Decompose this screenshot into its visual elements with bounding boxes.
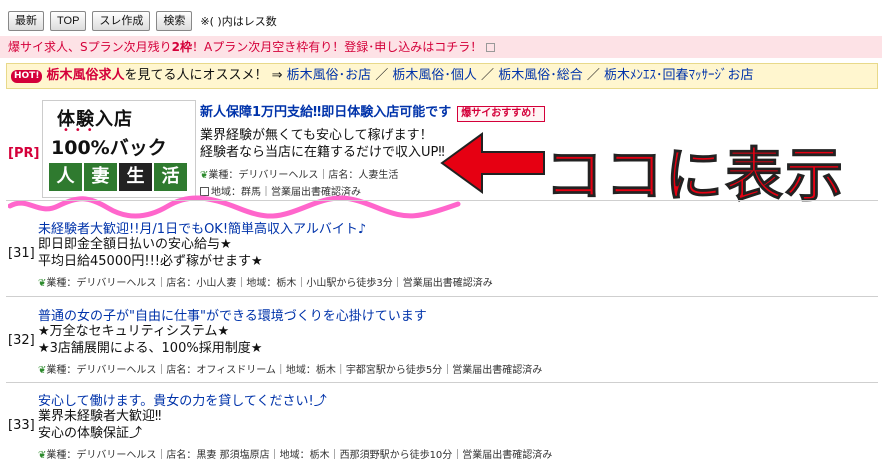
create-thread-button[interactable]: スレ作成 xyxy=(92,11,151,31)
post-title-33[interactable]: 安心して働けます。貴女の力を貸してください!⤴ xyxy=(38,390,327,409)
promo-text-1: 爆サイ求人、Sプラン次月残り xyxy=(8,40,172,54)
recommend-bar: HOT! 栃木風俗求人を見てる人にオススメ！ ⇒ 栃木風俗･お店 ／ 栃木風俗･個… xyxy=(6,63,878,89)
reply-count-note: ※( )内はレス数 xyxy=(200,15,277,28)
post-body-2: ★3店舗展開による、100%採用制度★ xyxy=(38,341,263,356)
pr-ad-banner[interactable]: 体験入店 ••• 100%バック 人 妻 生 活 xyxy=(42,100,196,198)
recruit-promo-link[interactable]: 爆サイ求人、Sプラン次月残り2枠！Aプラン次月空き枠有り！登録･申し込みはコチラ… xyxy=(0,36,882,58)
post-meta: ❦業種：デリバリーヘルス｜店名：小山人妻｜地域：栃木｜小山駅から徒歩3分｜営業届… xyxy=(38,274,493,289)
post-body-2: 平均日給45000円!!!必ず稼がせます★ xyxy=(38,254,263,269)
post-number: [31] xyxy=(8,246,35,261)
post-number: [32] xyxy=(8,333,35,348)
pr-title: 新人保障1万円支給‼即日体験入店可能です xyxy=(200,105,452,120)
recommend-mid: を見てる人にオススメ！ ⇒ xyxy=(124,68,287,83)
post-title-31[interactable]: 未経験者大歓迎!!月/1日でもOK!簡単高収入アルバイト♪ xyxy=(38,218,366,237)
ad-line2: 100%バック xyxy=(51,137,167,159)
pr-body-2: 経験者なら当店に在籍するだけで収入UP‼ xyxy=(200,145,445,160)
post-body-1: 業界未経験者大歓迎‼ xyxy=(38,409,162,424)
post-meta: ❦業種：デリバリーヘルス｜店名：黒妻 那須塩原店｜地域：栃木｜西那須野駅から徒歩… xyxy=(38,446,552,461)
post-title-32[interactable]: 普通の女の子が"自由に仕事"ができる環境づくりを心掛けています xyxy=(38,305,427,324)
post-meta: ❦業種：デリバリーヘルス｜店名：オフィスドリーム｜地域：栃木｜宇都宮駅から徒歩5… xyxy=(38,361,542,376)
post-meta-text: 業種：デリバリーヘルス｜店名：小山人妻｜地域：栃木｜小山駅から徒歩3分｜営業届出… xyxy=(46,278,493,289)
divider xyxy=(6,296,878,297)
top-button[interactable]: TOP xyxy=(50,11,87,31)
pr-title-link[interactable]: 新人保障1万円支給‼即日体験入店可能です 爆サイおすすめ！ xyxy=(200,101,546,122)
ad-tile: 活 xyxy=(154,163,187,191)
pr-label: [PR] xyxy=(8,146,40,161)
link-tochigi-esthe[interactable]: 栃木ﾒﾝｴｽ･回春ﾏｯｻｰｼﾞお店 xyxy=(604,68,754,83)
toolbar: 最新 TOP スレ作成 検索 ※( )内はレス数 xyxy=(8,10,277,32)
ad-tile: 生 xyxy=(119,163,152,191)
arrow-left-icon xyxy=(440,132,545,194)
post-body-1: 即日即金全額日払いの安心給与★ xyxy=(38,237,232,252)
ad-tiles: 人 妻 生 活 xyxy=(49,163,187,191)
post-number: [33] xyxy=(8,418,35,433)
hot-badge: HOT! xyxy=(11,70,43,83)
divider xyxy=(6,382,878,383)
pr-body-1: 業界経験が無くても安心して稼げます！ xyxy=(200,128,433,143)
post-meta-text: 業種：デリバリーヘルス｜店名：黒妻 那須塩原店｜地域：栃木｜西那須野駅から徒歩1… xyxy=(46,450,553,461)
link-tochigi-shop[interactable]: 栃木風俗･お店 xyxy=(287,68,372,83)
link-tochigi-general[interactable]: 栃木風俗･総合 xyxy=(498,68,583,83)
post-body-2: 安心の体験保証⤴ xyxy=(38,426,143,441)
search-button[interactable]: 検索 xyxy=(156,11,193,31)
link-tochigi-individual[interactable]: 栃木風俗･個人 xyxy=(392,68,477,83)
ad-tile: 妻 xyxy=(84,163,117,191)
pr-meta-1: ❦業種：デリバリーヘルス｜店名：人妻生活 xyxy=(200,166,398,181)
external-link-icon xyxy=(486,43,496,52)
ad-tile: 人 xyxy=(49,163,82,191)
promo-text-2: ！Aプラン次月空き枠有り！登録･申し込みはコチラ！ xyxy=(191,40,483,54)
promo-slot-count: 2枠 xyxy=(171,40,192,54)
latest-button[interactable]: 最新 xyxy=(8,11,44,31)
post-meta-text: 業種：デリバリーヘルス｜店名：オフィスドリーム｜地域：栃木｜宇都宮駅から徒歩5分… xyxy=(46,365,543,376)
divider xyxy=(6,200,878,201)
recommend-prefix: 栃木風俗求人 xyxy=(46,68,125,83)
recommend-badge: 爆サイおすすめ！ xyxy=(457,106,546,122)
pr-meta-1-text: 業種：デリバリーヘルス｜店名：人妻生活 xyxy=(208,170,399,181)
post-body-1: ★万全なセキュリティシステム★ xyxy=(38,324,230,339)
